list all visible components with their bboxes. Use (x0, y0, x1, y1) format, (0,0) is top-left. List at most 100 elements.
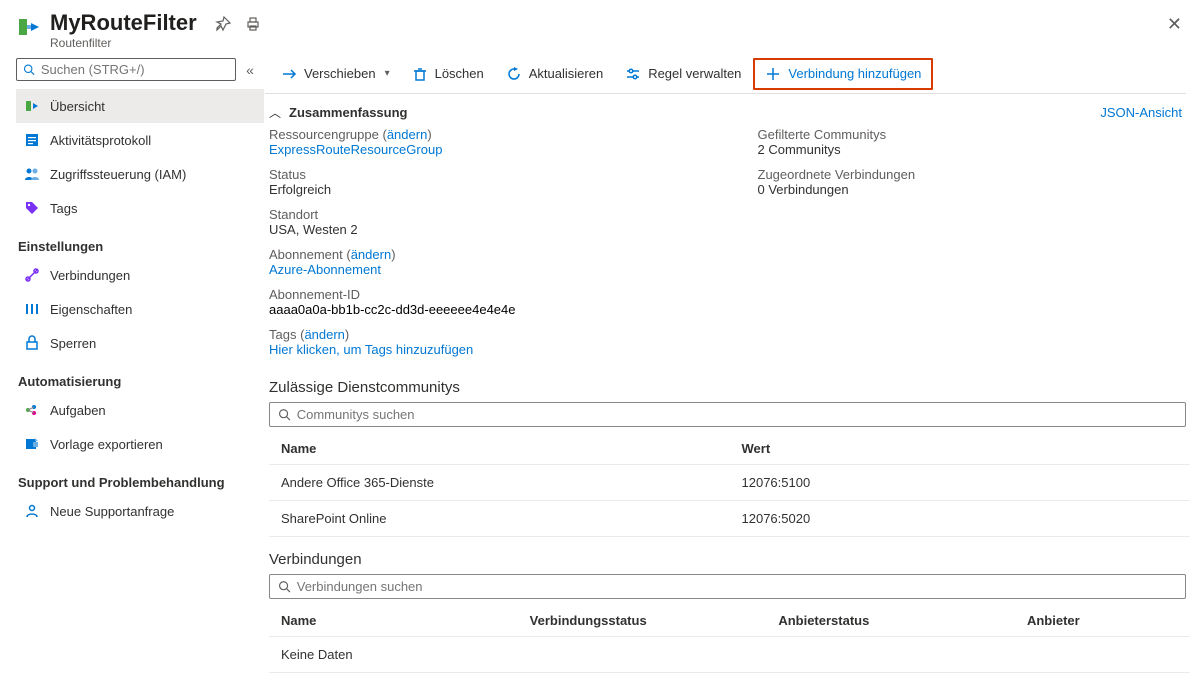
summary-section: ︿ Zusammenfassung JSON-Ansicht Ressource… (265, 94, 1186, 365)
change-resource-group-link[interactable]: ändern (387, 127, 427, 142)
move-button[interactable]: Verschieben ▾ (271, 60, 400, 88)
communities-col-name[interactable]: Name (269, 433, 730, 465)
toolbar-label: Aktualisieren (529, 66, 603, 81)
sidebar-group-automation: Automatisierung (16, 360, 264, 393)
main-content: Verschieben ▾ Löschen Aktualisieren Rege… (264, 54, 1200, 700)
tasks-icon (24, 402, 40, 418)
sidebar-collapse-icon[interactable]: « (236, 62, 264, 78)
communities-col-value[interactable]: Wert (730, 433, 1191, 465)
refresh-button[interactable]: Aktualisieren (496, 60, 613, 88)
table-row[interactable]: SharePoint Online 12076:5020 (269, 501, 1190, 537)
subscription-label: Abonnement (269, 247, 343, 262)
iam-icon (24, 166, 40, 182)
location-value: USA, Westen 2 (269, 222, 698, 237)
tags-value[interactable]: Hier klicken, um Tags hinzuzufügen (269, 342, 473, 357)
manage-rule-button[interactable]: Regel verwalten (615, 60, 751, 88)
sidebar-item-label: Übersicht (50, 99, 105, 114)
sidebar-search-input[interactable] (16, 58, 236, 81)
sidebar-item-new-support[interactable]: Neue Supportanfrage (16, 494, 264, 528)
export-template-icon (24, 436, 40, 452)
communities-table: Name Wert Andere Office 365-Dienste 1207… (269, 433, 1190, 537)
sidebar-item-label: Eigenschaften (50, 302, 132, 317)
page-subtitle: Routenfilter (50, 36, 197, 50)
properties-icon (24, 301, 40, 317)
subscription-value[interactable]: Azure-Abonnement (269, 262, 381, 277)
settings-icon (625, 66, 641, 82)
community-value: 12076:5100 (730, 465, 1191, 501)
subscription-id-label: Abonnement-ID (269, 287, 698, 302)
associated-connections-value: 0 Verbindungen (758, 182, 1187, 197)
sidebar-item-properties[interactable]: Eigenschaften (16, 292, 264, 326)
summary-title: Zusammenfassung (289, 105, 407, 120)
connections-table: Name Verbindungsstatus Anbieterstatus An… (269, 605, 1190, 673)
toolbar-label: Verbindung hinzufügen (788, 66, 921, 81)
page-title: MyRouteFilter (50, 10, 197, 36)
resource-group-label: Ressourcengruppe (269, 127, 379, 142)
sidebar-item-overview[interactable]: Übersicht (16, 89, 264, 123)
sidebar-item-label: Zugriffssteuerung (IAM) (50, 167, 186, 182)
chevron-down-icon: ▾ (385, 68, 390, 79)
sidebar: « Übersicht Aktivitätsprotokoll Zugriffs… (0, 54, 264, 700)
lock-icon (24, 335, 40, 351)
overview-icon (24, 98, 40, 114)
sidebar-item-label: Sperren (50, 336, 96, 351)
connections-search-input[interactable] (269, 574, 1186, 599)
add-connection-button[interactable]: Verbindung hinzufügen (753, 58, 933, 90)
connections-col-name[interactable]: Name (269, 605, 518, 637)
table-row-empty: Keine Daten (269, 637, 1190, 673)
sidebar-item-activity-log[interactable]: Aktivitätsprotokoll (16, 123, 264, 157)
change-subscription-link[interactable]: ändern (351, 247, 391, 262)
empty-data-text: Keine Daten (269, 637, 1190, 673)
subscription-id-value: aaaa0a0a-bb1b-cc2c-dd3d-eeeeee4e4e4e (269, 302, 698, 317)
sidebar-item-locks[interactable]: Sperren (16, 326, 264, 360)
communities-search-input[interactable] (269, 402, 1186, 427)
community-name: Andere Office 365-Dienste (269, 465, 730, 501)
sidebar-item-export-template[interactable]: Vorlage exportieren (16, 427, 264, 461)
table-row[interactable]: Andere Office 365-Dienste 12076:5100 (269, 465, 1190, 501)
resource-group-value[interactable]: ExpressRouteResourceGroup (269, 142, 442, 157)
change-tags-link[interactable]: ändern (304, 327, 344, 342)
close-icon[interactable]: ✕ (1165, 10, 1184, 39)
connections-section-title: Verbindungen (265, 537, 1186, 574)
connections-col-provider[interactable]: Anbieter (1015, 605, 1190, 637)
connections-col-status[interactable]: Verbindungsstatus (518, 605, 767, 637)
search-icon (278, 408, 291, 421)
resource-type-icon (16, 14, 42, 40)
sidebar-item-label: Vorlage exportieren (50, 437, 163, 452)
sidebar-item-label: Verbindungen (50, 268, 130, 283)
location-label: Standort (269, 207, 698, 222)
community-value: 12076:5020 (730, 501, 1191, 537)
filtered-communities-value: 2 Communitys (758, 142, 1187, 157)
sidebar-item-label: Tags (50, 201, 77, 216)
status-label: Status (269, 167, 698, 182)
trash-icon (412, 66, 428, 82)
sidebar-item-tags[interactable]: Tags (16, 191, 264, 225)
print-icon[interactable] (245, 16, 261, 35)
refresh-icon (506, 66, 522, 82)
tag-icon (24, 200, 40, 216)
filtered-communities-label: Gefilterte Communitys (758, 127, 1187, 142)
sidebar-item-tasks[interactable]: Aufgaben (16, 393, 264, 427)
status-value: Erfolgreich (269, 182, 698, 197)
sidebar-item-iam[interactable]: Zugriffssteuerung (IAM) (16, 157, 264, 191)
chevron-up-icon[interactable]: ︿ (269, 104, 281, 121)
command-bar: Verschieben ▾ Löschen Aktualisieren Rege… (265, 54, 1186, 94)
sidebar-item-label: Aktivitätsprotokoll (50, 133, 151, 148)
json-view-link[interactable]: JSON-Ansicht (1100, 105, 1182, 120)
community-name: SharePoint Online (269, 501, 730, 537)
delete-button[interactable]: Löschen (402, 60, 494, 88)
sidebar-item-label: Neue Supportanfrage (50, 504, 174, 519)
sidebar-group-settings: Einstellungen (16, 225, 264, 258)
search-icon (23, 63, 35, 76)
activity-log-icon (24, 132, 40, 148)
connections-col-provider-status[interactable]: Anbieterstatus (766, 605, 1015, 637)
tags-label: Tags (269, 327, 296, 342)
page-header: MyRouteFilter Routenfilter ✕ (0, 0, 1200, 54)
toolbar-label: Verschieben (304, 66, 376, 81)
move-icon (281, 66, 297, 82)
toolbar-label: Löschen (435, 66, 484, 81)
plus-icon (765, 66, 781, 82)
pin-icon[interactable] (215, 16, 231, 35)
sidebar-item-connections[interactable]: Verbindungen (16, 258, 264, 292)
sidebar-group-support: Support und Problembehandlung (16, 461, 264, 494)
